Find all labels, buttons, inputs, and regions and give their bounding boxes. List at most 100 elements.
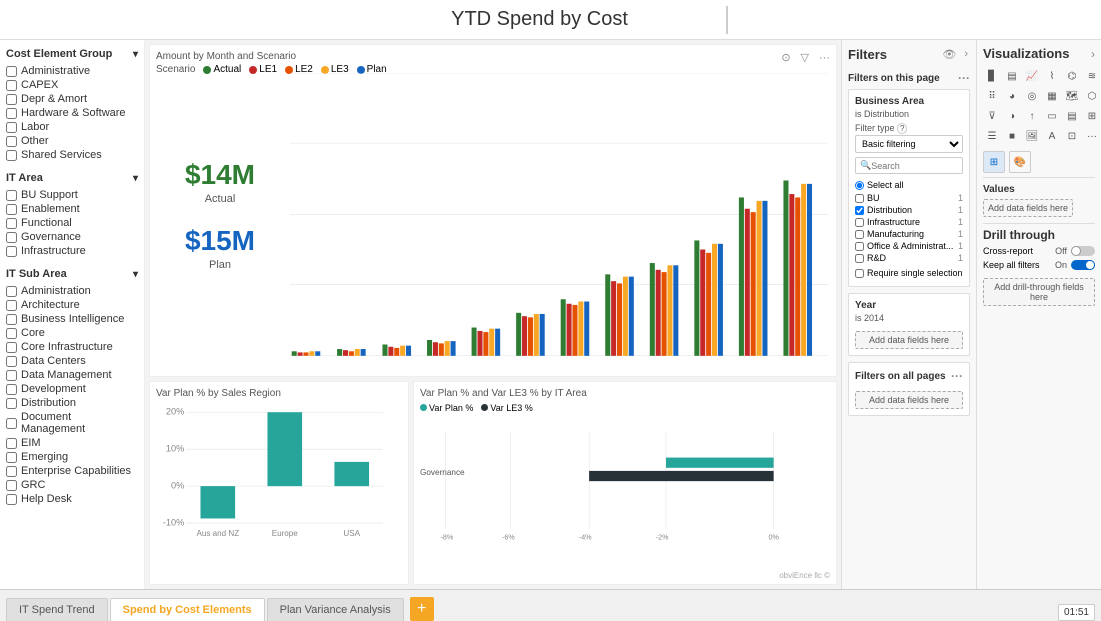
tab-item[interactable]: Plan Variance Analysis: [267, 598, 404, 621]
all-pages-add-data-button[interactable]: Add data fields here: [855, 391, 963, 409]
it-area-chevron-icon[interactable]: ▾: [133, 173, 138, 184]
filter-checkbox[interactable]: [6, 300, 17, 311]
viz-values-section: Values Add data fields here: [983, 184, 1095, 217]
focus-icon[interactable]: ⊙: [779, 49, 792, 66]
viz-more-icon[interactable]: ···: [1083, 127, 1101, 145]
viz-map-icon[interactable]: 🗺: [1063, 87, 1081, 105]
viz-gauge-icon[interactable]: ◑: [1003, 107, 1021, 125]
filter-checkbox[interactable]: [6, 108, 17, 119]
filter-checkbox[interactable]: [6, 286, 17, 297]
filter-icon[interactable]: ▽: [799, 49, 811, 66]
filter-checkbox[interactable]: [6, 94, 17, 105]
filter-checkbox[interactable]: [6, 218, 17, 229]
filter-checkbox[interactable]: [6, 190, 17, 201]
filters-on-page-dots[interactable]: ···: [958, 71, 970, 85]
filter-checkbox[interactable]: [6, 356, 17, 367]
svg-text:Governance: Governance: [420, 468, 465, 477]
viz-treemap-icon[interactable]: ▦: [1043, 87, 1061, 105]
ba-option-checkbox[interactable]: [855, 242, 864, 251]
filter-checkbox[interactable]: [6, 232, 17, 243]
plan-label: Plan: [209, 259, 231, 271]
svg-text:USA: USA: [343, 529, 360, 538]
ba-option-checkbox[interactable]: [855, 254, 864, 263]
viz-button-icon[interactable]: ⊡: [1063, 127, 1081, 145]
business-area-options: BU1Distribution1Infrastructure1Manufactu…: [855, 192, 963, 264]
more-icon[interactable]: ···: [817, 50, 832, 66]
filter-panel-arrow-icon[interactable]: ›: [962, 46, 970, 63]
viz-kpi-icon[interactable]: ↑: [1023, 107, 1041, 125]
filter-checkbox[interactable]: [6, 314, 17, 325]
viz-card-icon[interactable]: ▭: [1043, 107, 1061, 125]
viz-donut-icon[interactable]: ◎: [1023, 87, 1041, 105]
viz-stacked-bar-icon[interactable]: ▤: [1003, 67, 1021, 85]
ba-option-checkbox[interactable]: [855, 206, 864, 215]
viz-area-chart-icon[interactable]: ⌇: [1043, 67, 1061, 85]
filter-checkbox[interactable]: [6, 328, 17, 339]
ba-option-checkbox[interactable]: [855, 194, 864, 203]
filter-type-select[interactable]: Basic filtering: [855, 135, 963, 153]
filter-checkbox[interactable]: [6, 122, 17, 133]
watermark: obviEnce llc ©: [779, 571, 830, 580]
add-data-fields-button[interactable]: Add data fields here: [983, 199, 1073, 217]
viz-textbox-icon[interactable]: A: [1043, 127, 1061, 145]
filter-checkbox[interactable]: [6, 398, 17, 409]
scenario-label: Scenario: [156, 64, 195, 75]
list-item: Governance: [6, 230, 138, 244]
filter-checkbox[interactable]: [6, 480, 17, 491]
viz-filled-map-icon[interactable]: ⬡: [1083, 87, 1101, 105]
filter-checkbox[interactable]: [6, 452, 17, 463]
filter-checkbox[interactable]: [6, 418, 17, 429]
var-plan-sales-region-title: Var Plan % by Sales Region: [156, 388, 402, 399]
filter-checkbox[interactable]: [6, 384, 17, 395]
keep-all-filters-toggle[interactable]: On: [1055, 260, 1095, 270]
viz-fields-icon[interactable]: ⊞: [983, 151, 1005, 173]
it-sub-area-chevron-icon[interactable]: ▾: [133, 269, 138, 280]
cross-report-toggle[interactable]: Off: [1055, 246, 1095, 256]
year-add-data-button[interactable]: Add data fields here: [855, 331, 963, 349]
require-single-checkbox[interactable]: [855, 269, 864, 278]
filter-checkbox[interactable]: [6, 204, 17, 215]
viz-pie-icon[interactable]: ◕: [1003, 87, 1021, 105]
filters-on-all-dots[interactable]: ···: [951, 369, 963, 383]
filter-checkbox[interactable]: [6, 246, 17, 257]
filter-checkbox[interactable]: [6, 136, 17, 147]
filter-checkbox[interactable]: [6, 438, 17, 449]
viz-scatter-icon[interactable]: ⠿: [983, 87, 1001, 105]
list-item: Enablement: [6, 202, 138, 216]
filter-checkbox[interactable]: [6, 494, 17, 505]
filters-on-all-header: Filters on all pages ···: [855, 369, 963, 383]
add-tab-button[interactable]: +: [410, 597, 434, 621]
viz-panel-close-icon[interactable]: ›: [1091, 47, 1095, 61]
filter-checkbox[interactable]: [6, 342, 17, 353]
viz-slicer-icon[interactable]: ☰: [983, 127, 1001, 145]
filter-option-item: Distribution1: [855, 204, 963, 216]
viz-matrix-icon[interactable]: ⊞: [1083, 107, 1101, 125]
filter-search-input[interactable]: [871, 161, 958, 171]
viz-shape-icon[interactable]: ■: [1003, 127, 1021, 145]
cost-element-items: AdministrativeCAPEXDepr & AmortHardware …: [6, 64, 138, 162]
filter-panel-eye-icon[interactable]: 👁: [940, 46, 958, 63]
filter-checkbox[interactable]: [6, 80, 17, 91]
list-item: Document Management: [6, 410, 138, 436]
filter-checkbox[interactable]: [6, 150, 17, 161]
viz-table-icon[interactable]: ▤: [1063, 107, 1081, 125]
ba-option-checkbox[interactable]: [855, 218, 864, 227]
ba-option-checkbox[interactable]: [855, 230, 864, 239]
viz-format-icon[interactable]: 🎨: [1009, 151, 1031, 173]
drill-through-add-fields-button[interactable]: Add drill-through fields here: [983, 278, 1095, 306]
viz-image-icon[interactable]: 🖼: [1023, 127, 1041, 145]
cost-element-chevron-icon[interactable]: ▾: [133, 49, 138, 60]
viz-combo-chart-icon[interactable]: ⌬: [1063, 67, 1081, 85]
viz-bar-chart-icon[interactable]: ▊: [983, 67, 1001, 85]
tab-item[interactable]: IT Spend Trend: [6, 598, 108, 621]
filter-checkbox[interactable]: [6, 66, 17, 77]
filter-type-info-icon: ?: [897, 123, 907, 134]
filter-checkbox[interactable]: [6, 466, 17, 477]
select-all-radio[interactable]: [855, 181, 864, 190]
filter-checkbox[interactable]: [6, 370, 17, 381]
viz-line-chart-icon[interactable]: 📈: [1023, 67, 1041, 85]
viz-funnel-icon[interactable]: ⊽: [983, 107, 1001, 125]
viz-format-icons: ⊞ 🎨: [983, 151, 1095, 173]
tab-item[interactable]: Spend by Cost Elements: [110, 598, 265, 621]
viz-ribbon-chart-icon[interactable]: ≋: [1083, 67, 1101, 85]
